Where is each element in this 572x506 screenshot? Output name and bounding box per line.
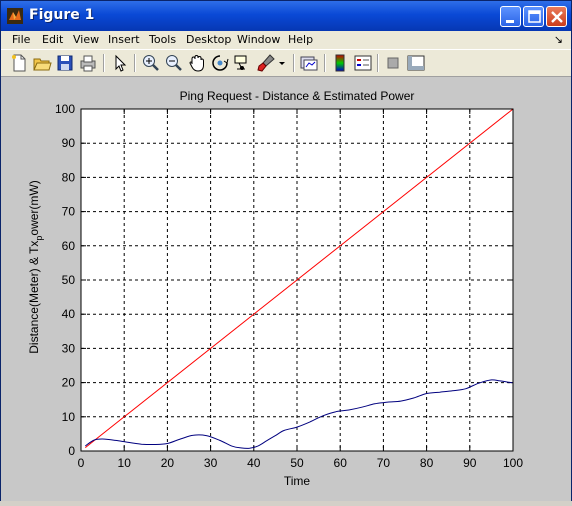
link-plot-icon[interactable]	[299, 53, 319, 73]
x-tick-label: 90	[463, 456, 477, 470]
y-tick-label: 20	[62, 376, 76, 390]
y-tick-label: 60	[62, 239, 76, 253]
y-axis-label: Distance(Meter) & Txpower(mW)	[27, 180, 44, 353]
edit-plot-arrow-icon[interactable]	[110, 53, 130, 73]
x-axis-label: Time	[284, 474, 311, 488]
brush-dropdown-icon[interactable]	[276, 53, 288, 73]
title-bar[interactable]: Figure 1	[1, 1, 571, 31]
y-tick-label: 50	[62, 273, 76, 287]
y-tick-label: 80	[62, 170, 76, 184]
show-plot-tools-icon[interactable]	[406, 53, 426, 73]
x-tick-label: 20	[161, 456, 175, 470]
maximize-button[interactable]	[523, 6, 544, 27]
menu-bar: File Edit View Insert Tools Desktop Wind…	[1, 31, 571, 49]
print-figure-icon[interactable]	[78, 53, 98, 73]
insert-colorbar-icon[interactable]	[330, 53, 350, 73]
insert-legend-icon[interactable]	[353, 53, 373, 73]
y-tick-label: 100	[55, 102, 75, 116]
close-icon	[551, 11, 563, 23]
x-tick-label: 10	[118, 456, 132, 470]
minimize-icon	[506, 20, 514, 23]
y-axis-label-main: Distance(Meter) & Tx	[27, 241, 41, 354]
x-tick-label: 60	[334, 456, 348, 470]
x-tick-label: 50	[290, 456, 304, 470]
y-tick-label: 30	[62, 341, 76, 355]
open-file-icon[interactable]	[32, 53, 52, 73]
menu-tools[interactable]: Tools	[149, 33, 176, 46]
pan-hand-icon[interactable]	[187, 53, 207, 73]
zoom-out-icon[interactable]	[164, 53, 184, 73]
y-tick-label: 0	[68, 444, 75, 458]
toolbar-separator	[134, 54, 136, 72]
y-tick-label: 90	[62, 136, 76, 150]
y-tick-label: 70	[62, 205, 76, 219]
x-tick-label: 80	[420, 456, 434, 470]
brush-icon[interactable]	[256, 53, 276, 73]
hide-plot-tools-icon[interactable]	[383, 53, 403, 73]
x-tick-label: 70	[377, 456, 391, 470]
rotate-3d-icon[interactable]	[210, 53, 230, 73]
x-tick-label: 40	[247, 456, 261, 470]
menu-desktop[interactable]: Desktop	[186, 33, 231, 46]
menu-file[interactable]: File	[12, 33, 30, 46]
x-tick-label: 0	[78, 456, 85, 470]
menu-window[interactable]: Window	[237, 33, 280, 46]
save-figure-icon[interactable]	[55, 53, 75, 73]
figure-toolbar	[1, 49, 571, 77]
minimize-button[interactable]	[500, 6, 521, 27]
dock-figure-arrow[interactable]: ↘	[554, 33, 563, 46]
menu-edit[interactable]: Edit	[42, 33, 63, 46]
data-cursor-icon[interactable]	[233, 53, 253, 73]
matlab-logo-icon	[7, 8, 23, 24]
toolbar-separator	[293, 54, 295, 72]
y-tick-label: 40	[62, 307, 76, 321]
figure-canvas-area: 0 10 20 30 40 50 60 70 80 90 100 0 10 20 30 40 50 60 70 80 9…	[1, 77, 571, 501]
toolbar-separator	[377, 54, 379, 72]
zoom-in-icon[interactable]	[141, 53, 161, 73]
menu-insert[interactable]: Insert	[108, 33, 140, 46]
y-tick-label: 10	[62, 410, 76, 424]
chart[interactable]: 0 10 20 30 40 50 60 70 80 90 100 0 10 20 30 40 50 60 70 80 9…	[1, 77, 571, 501]
menu-view[interactable]: View	[73, 33, 99, 46]
close-button[interactable]	[546, 6, 567, 27]
y-axis-label-tail: ower(mW)	[27, 180, 41, 235]
menu-help[interactable]: Help	[288, 33, 313, 46]
toolbar-separator	[324, 54, 326, 72]
figure-window: Figure 1 File Edit View Insert Tools Des…	[0, 0, 572, 501]
maximize-icon	[528, 10, 541, 23]
new-figure-icon[interactable]	[9, 53, 29, 73]
window-title: Figure 1	[29, 7, 95, 23]
x-tick-label: 100	[503, 456, 523, 470]
toolbar-separator	[103, 54, 105, 72]
x-tick-label: 30	[204, 456, 218, 470]
chart-title: Ping Request - Distance & Estimated Powe…	[180, 89, 415, 103]
